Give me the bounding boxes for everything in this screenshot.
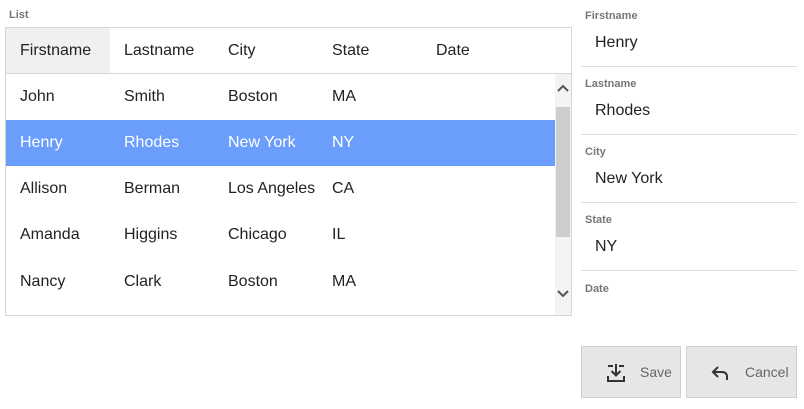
firstname-input[interactable]: Henry	[595, 24, 638, 62]
column-header-lastname[interactable]: Lastname	[110, 28, 214, 73]
cell-lastname: Rhodes	[124, 134, 180, 151]
field-underline	[581, 202, 797, 203]
table-row[interactable]: Allison Berman Los Angeles CA	[6, 166, 555, 212]
list-label: List	[9, 9, 29, 21]
column-header-city[interactable]: City	[214, 28, 318, 73]
state-input[interactable]: NY	[595, 228, 617, 266]
lastname-label: Lastname	[585, 78, 637, 90]
cell-city: Chicago	[228, 226, 287, 243]
date-label: Date	[585, 283, 609, 295]
state-label: State	[585, 214, 612, 226]
chevron-down-icon[interactable]	[555, 284, 571, 304]
cell-state: CA	[332, 180, 355, 197]
save-button[interactable]: Save	[581, 346, 681, 398]
city-input[interactable]: New York	[595, 160, 663, 198]
cell-city: New York	[228, 134, 296, 151]
cell-lastname: Clark	[124, 273, 162, 290]
cell-date	[422, 74, 436, 120]
city-field: City New York	[581, 146, 797, 206]
chevron-up-icon[interactable]	[555, 78, 571, 98]
field-underline	[581, 66, 797, 67]
cell-city: Los Angeles	[228, 180, 316, 197]
cell-date	[422, 259, 436, 305]
table-row[interactable]: John Smith Boston MA	[6, 74, 555, 120]
grid-header: Firstname Lastname City State Date	[6, 28, 571, 74]
vertical-scrollbar[interactable]	[555, 74, 571, 315]
cell-state: IL	[332, 226, 346, 243]
field-underline	[581, 134, 797, 135]
save-label: Save	[640, 364, 672, 380]
cell-city: Boston	[228, 273, 278, 290]
column-header-firstname[interactable]: Firstname	[6, 28, 110, 73]
lastname-input[interactable]: Rhodes	[595, 92, 650, 130]
column-header-state[interactable]: State	[318, 28, 422, 73]
column-header-date[interactable]: Date	[422, 28, 571, 73]
firstname-field: Firstname Henry	[581, 10, 797, 70]
date-field: Date	[581, 283, 797, 323]
cell-firstname: Nancy	[20, 273, 66, 290]
table-row[interactable]: Nancy Clark Boston MA	[6, 259, 555, 305]
grid-body: John Smith Boston MA Henry Rhodes New Yo…	[6, 74, 555, 315]
cell-lastname: Berman	[124, 180, 181, 197]
cell-firstname: Amanda	[20, 226, 80, 243]
cancel-button[interactable]: Cancel	[686, 346, 797, 398]
cell-city: Boston	[228, 88, 278, 105]
cell-date	[422, 120, 436, 166]
cell-date	[422, 212, 436, 258]
state-field: State NY	[581, 214, 797, 274]
firstname-label: Firstname	[585, 10, 638, 22]
cell-firstname: John	[20, 88, 55, 105]
scrollbar-thumb[interactable]	[556, 107, 570, 237]
table-row[interactable]: Amanda Higgins Chicago IL	[6, 212, 555, 258]
cell-date	[422, 166, 436, 212]
undo-arrow-icon	[709, 361, 733, 385]
save-download-icon	[604, 361, 628, 385]
cancel-label: Cancel	[745, 364, 789, 380]
cell-lastname: Higgins	[124, 226, 178, 243]
data-grid: Firstname Lastname City State Date John …	[5, 27, 572, 316]
cell-firstname: Henry	[20, 134, 63, 151]
cell-firstname: Allison	[20, 180, 68, 197]
field-underline	[581, 270, 797, 271]
cell-state: MA	[332, 88, 356, 105]
city-label: City	[585, 146, 606, 158]
cell-state: MA	[332, 273, 356, 290]
cell-state: NY	[332, 134, 355, 151]
cell-lastname: Smith	[124, 88, 165, 105]
lastname-field: Lastname Rhodes	[581, 78, 797, 138]
table-row-selected[interactable]: Henry Rhodes New York NY	[6, 120, 555, 166]
